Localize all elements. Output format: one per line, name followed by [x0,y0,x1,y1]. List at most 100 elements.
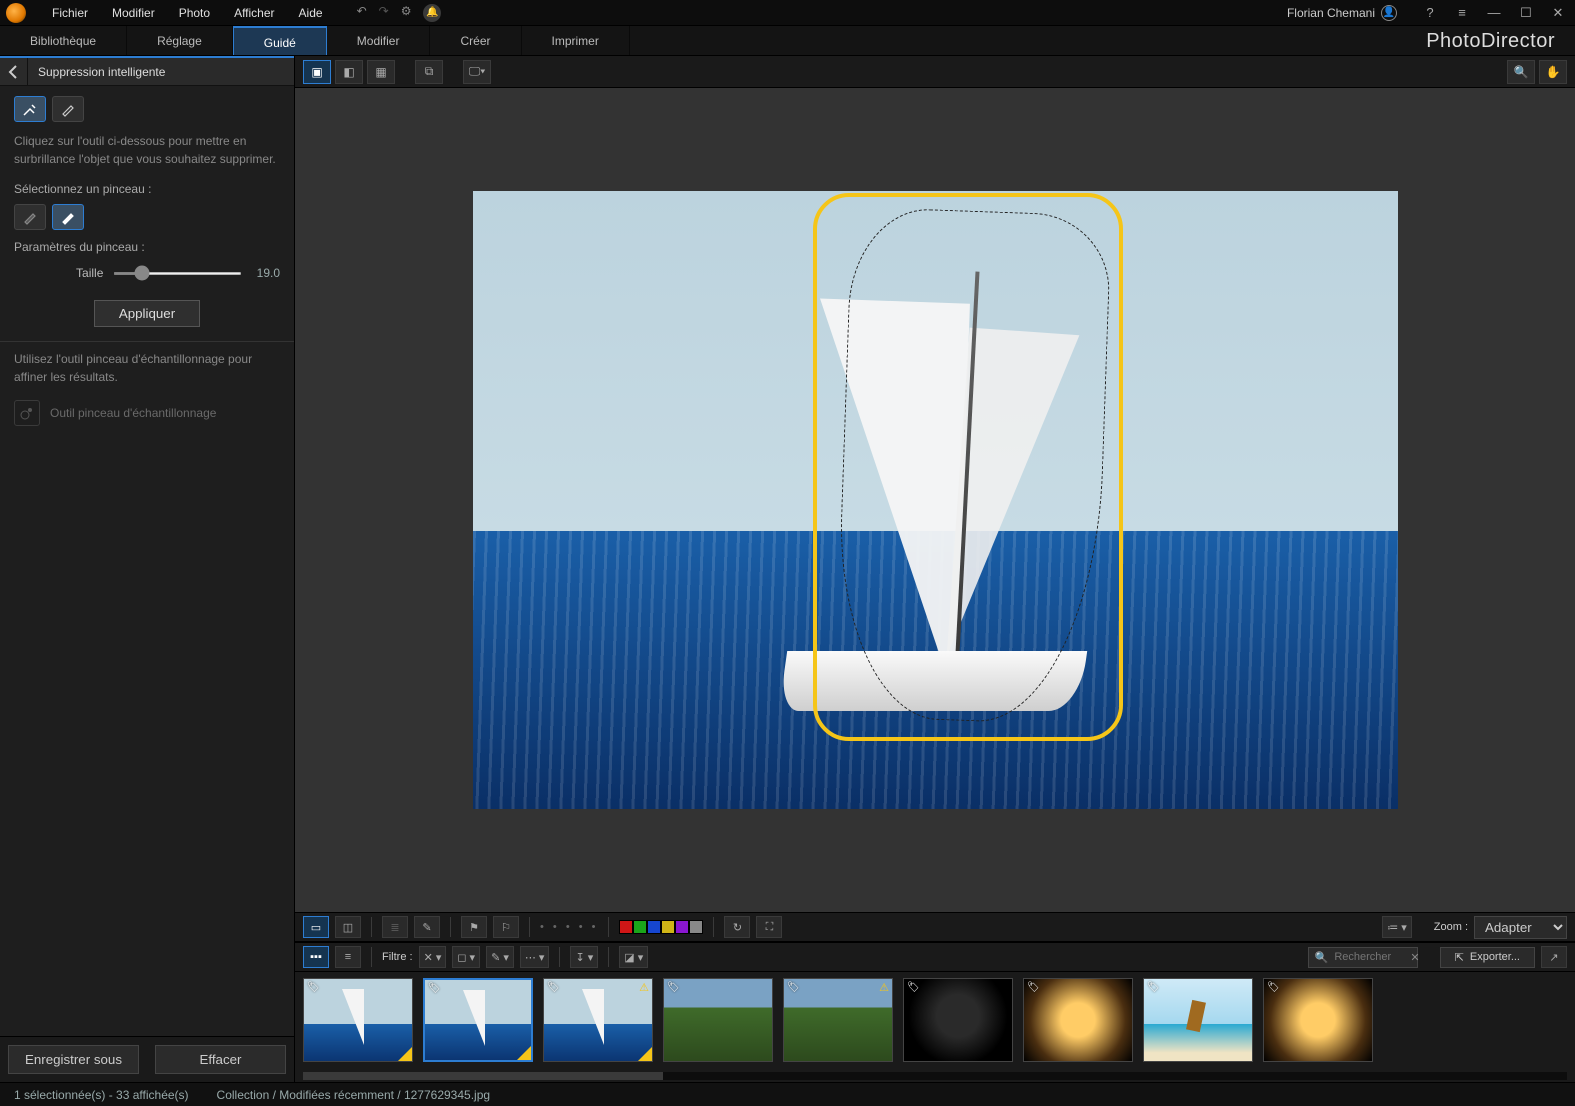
zoom-label: Zoom : [1434,921,1468,933]
thumbnail[interactable]: 🏷 [1023,978,1133,1062]
flag-icon[interactable]: ⚑ [461,916,487,938]
tab-imprimer[interactable]: Imprimer [522,26,630,55]
sampling-tool-label: Outil pinceau d'échantillonnage [50,406,216,420]
tab-modifier[interactable]: Modifier [327,26,431,55]
tab-guidé[interactable]: Guidé [233,26,327,55]
settings-gear-icon[interactable]: ⚙ [401,4,412,22]
thumb-tag-icon: 🏷 [547,982,560,993]
layout-single-icon[interactable]: ▭ [303,916,329,938]
view-grid-icon[interactable]: ▦ [367,60,395,84]
status-path: Collection / Modifiées récemment / 12776… [217,1088,491,1102]
thumb-tag-icon: 🏷 [667,982,680,993]
thumb-edited-badge [638,1047,652,1061]
filmstrip: 🏷🏷🏷⚠🏷🏷⚠🏷🏷🏷🏷 [295,972,1575,1082]
app-menu: FichierModifierPhotoAfficherAide [40,0,335,26]
zoom-select[interactable]: Adapter [1474,916,1567,939]
filter-color-icon[interactable]: ◪ ▾ [619,946,648,968]
user-avatar-icon: 👤 [1381,5,1397,21]
brush-subtract-tool[interactable] [52,204,84,230]
apply-button[interactable]: Appliquer [94,300,200,327]
thumb-tag-icon: 🏷 [1147,982,1160,993]
thumb-edited-badge [398,1047,412,1061]
brush-icon[interactable]: ✎ [414,916,440,938]
filter-more-icon[interactable]: ⋯ ▾ [520,946,550,968]
menu-modifier[interactable]: Modifier [100,0,167,26]
search-box[interactable]: 🔍 ✕ [1308,947,1418,968]
panel-back-button[interactable] [0,58,28,86]
thumbnail[interactable]: 🏷 [1143,978,1253,1062]
menu-afficher[interactable]: Afficher [222,0,286,26]
smart-remove-tool[interactable] [14,96,46,122]
redo-icon[interactable]: ↷ [379,4,389,22]
sort-icon[interactable]: ↧ ▾ [570,946,598,968]
info-toolbar: ▭ ◫ ≣ ✎ ⚑ ⚐ • • • • • ↻ ⛶ ≔ ▾ Zoom : Ada… [295,912,1575,942]
size-label: Taille [14,266,103,280]
tab-réglage[interactable]: Réglage [127,26,233,55]
thumbnail[interactable]: 🏷 [423,978,533,1062]
filter-toolbar: ▪▪▪ ≡ Filtre : ✕ ▾ ◻ ▾ ✎ ▾ ⋯ ▾ ↧ ▾ ◪ ▾ 🔍… [295,942,1575,972]
color-label-swatch[interactable] [619,920,633,934]
canvas[interactable] [295,88,1575,912]
thumb-list-icon[interactable]: ≡ [335,946,361,968]
menu-photo[interactable]: Photo [167,0,222,26]
crop-fit-icon[interactable]: ⛶ [756,916,782,938]
thumbnail[interactable]: 🏷⚠ [783,978,893,1062]
view-display-dropdown-icon[interactable]: 🖵▾ [463,60,491,84]
search-input[interactable] [1334,951,1404,963]
brush-size-slider[interactable] [113,272,242,275]
share-icon[interactable]: ↗ [1541,946,1567,968]
view-compare-icon[interactable]: ◧ [335,60,363,84]
app-brand: PhotoDirector [630,26,1575,55]
undo-icon[interactable]: ↶ [357,4,367,22]
rating-stars[interactable]: • • • • • [540,921,598,933]
help-icon[interactable]: ? [1419,5,1441,21]
thumbnail[interactable]: 🏷 [1263,978,1373,1062]
thumbnail[interactable]: 🏷 [903,978,1013,1062]
brush-erase-tool[interactable] [52,96,84,122]
view-single-icon[interactable]: ▣ [303,60,331,84]
minimize-icon[interactable]: — [1483,5,1505,21]
stack-icon[interactable]: ≣ [382,916,408,938]
close-icon[interactable]: ✕ [1547,5,1569,21]
export-button[interactable]: ⇱ Exporter... [1440,947,1535,968]
mode-tabs: BibliothèqueRéglageGuidéModifierCréerImp… [0,26,1575,56]
tab-créer[interactable]: Créer [430,26,521,55]
menu-aide[interactable]: Aide [287,0,335,26]
view-toolbar: ▣ ◧ ▦ ⧉ 🖵▾ 🔍 ✋ [295,56,1575,88]
maximize-icon[interactable]: ☐ [1515,5,1537,21]
clear-search-icon[interactable]: ✕ [1410,951,1419,964]
thumb-small-icon[interactable]: ▪▪▪ [303,946,329,968]
save-as-button[interactable]: Enregistrer sous [8,1045,139,1074]
sampling-tool-row[interactable]: Outil pinceau d'échantillonnage [14,400,280,426]
title-bar: FichierModifierPhotoAfficherAide ↶ ↷ ⚙ 🔔… [0,0,1575,26]
view-dual-monitor-icon[interactable]: ⧉ [415,60,443,84]
color-label-swatch[interactable] [689,920,703,934]
brush-add-tool[interactable] [14,204,46,230]
rotate-icon[interactable]: ↻ [724,916,750,938]
panel-menu-icon[interactable]: ≔ ▾ [1382,916,1412,938]
color-label-swatch[interactable] [633,920,647,934]
filmstrip-scrollbar[interactable] [303,1072,1567,1080]
tab-bibliothèque[interactable]: Bibliothèque [0,26,127,55]
thumbnail[interactable]: 🏷 [303,978,413,1062]
menu-more-icon[interactable]: ≡ [1451,5,1473,21]
color-label-swatch[interactable] [675,920,689,934]
notifications-bell-icon[interactable]: 🔔 [423,4,441,22]
layout-split-icon[interactable]: ◫ [335,916,361,938]
zoom-tool-icon[interactable]: 🔍 [1507,60,1535,84]
panel-title: Suppression intelligente [28,65,165,79]
filter-shape-icon[interactable]: ◻ ▾ [452,946,480,968]
color-label-swatch[interactable] [647,920,661,934]
clear-button[interactable]: Effacer [155,1045,286,1074]
select-brush-label: Sélectionnez un pinceau : [14,182,280,196]
filter-brush-icon[interactable]: ✎ ▾ [486,946,514,968]
thumbnail[interactable]: 🏷⚠ [543,978,653,1062]
menu-fichier[interactable]: Fichier [40,0,100,26]
filter-tools-icon[interactable]: ✕ ▾ [419,946,447,968]
pan-tool-icon[interactable]: ✋ [1539,60,1567,84]
thumbnail[interactable]: 🏷 [663,978,773,1062]
user-account[interactable]: Florian Chemani 👤 [1287,5,1397,21]
thumb-warning-icon: ⚠ [639,981,649,994]
unflag-icon[interactable]: ⚐ [493,916,519,938]
color-label-swatch[interactable] [661,920,675,934]
